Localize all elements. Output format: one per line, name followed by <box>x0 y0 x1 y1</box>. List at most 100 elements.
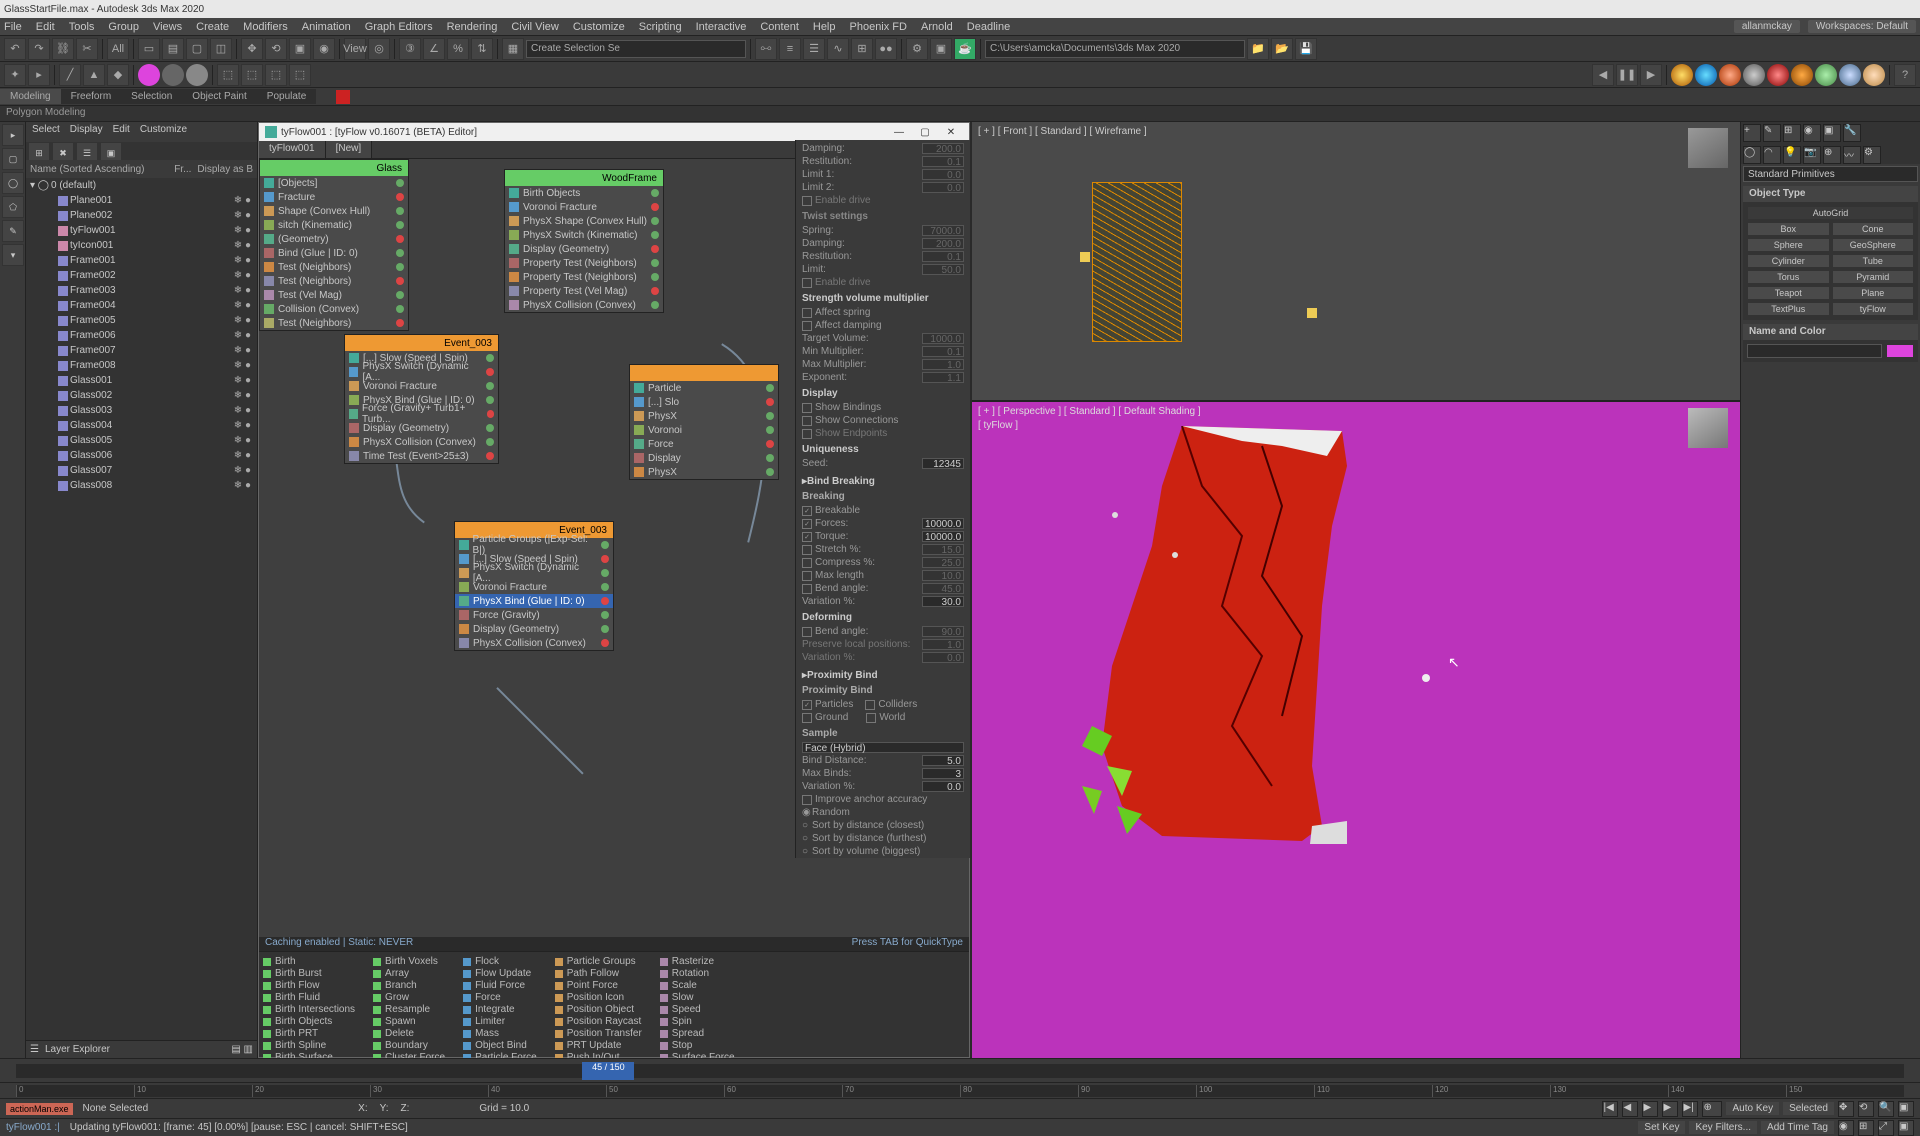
vp-nav-8[interactable]: ▣ <box>1898 1120 1914 1136</box>
operator-row[interactable]: Display <box>630 451 778 465</box>
scene-col-name[interactable]: Name (Sorted Ascending) <box>30 164 145 175</box>
sphere-2[interactable] <box>1695 64 1717 86</box>
btn-pyramid[interactable]: Pyramid <box>1832 270 1915 284</box>
btn-teapot[interactable]: Teapot <box>1747 286 1830 300</box>
btn-tyflow[interactable]: tyFlow <box>1832 302 1915 316</box>
menu-rendering[interactable]: Rendering <box>447 21 498 33</box>
rotate-button[interactable]: ⟲ <box>265 38 287 60</box>
operator-row[interactable]: Force <box>630 437 778 451</box>
node-clipped[interactable]: Particle[...] SloPhysXVoronoiForceDispla… <box>629 364 779 480</box>
minimize-button[interactable]: — <box>887 124 911 140</box>
scene-item[interactable]: Glass006❄ ● <box>26 448 257 463</box>
scene-tab-customize[interactable]: Customize <box>140 124 187 140</box>
lt-arrow[interactable]: ▸ <box>2 124 24 146</box>
depot-operator[interactable]: Array <box>373 968 445 979</box>
operator-row[interactable]: Particle <box>630 381 778 395</box>
scene-col-fr[interactable]: Fr... <box>174 164 191 175</box>
scene-item[interactable]: Glass007❄ ● <box>26 463 257 478</box>
light-icon[interactable]: 💡 <box>1783 146 1801 164</box>
prop-forces[interactable]: 10000.0 <box>922 518 964 529</box>
operator-row[interactable]: Property Test (Vel Mag) <box>505 284 663 298</box>
operator-row[interactable]: Display (Geometry) <box>455 622 613 636</box>
time-prev[interactable]: ◀ <box>1622 1101 1638 1117</box>
snap-angle[interactable]: ∠ <box>423 38 445 60</box>
menu-interactive[interactable]: Interactive <box>696 21 747 33</box>
operator-row[interactable]: sitch (Kinematic) <box>260 218 408 232</box>
prop-seed[interactable]: 12345 <box>922 458 964 469</box>
operator-row[interactable]: [Objects] <box>260 176 408 190</box>
tyflow-tab-main[interactable]: tyFlow001 <box>259 141 326 158</box>
scene-item[interactable]: Glass004❄ ● <box>26 418 257 433</box>
prop-sort3[interactable]: Sort by volume (biggest) <box>812 846 920 857</box>
prop-world[interactable]: World <box>879 712 905 723</box>
render-frame[interactable]: ▣ <box>930 38 952 60</box>
gizmo-handle[interactable] <box>1080 252 1090 262</box>
close-button[interactable]: ✕ <box>939 124 963 140</box>
operator-row[interactable]: Particle Groups (|Exp-Sel: B|) <box>455 538 613 552</box>
depot-operator[interactable]: Boundary <box>373 1040 445 1051</box>
depot-operator[interactable]: Mass <box>463 1028 537 1039</box>
sphere-9[interactable] <box>1863 64 1885 86</box>
depot-operator[interactable]: PRT Update <box>555 1040 642 1051</box>
color-swatch-1[interactable] <box>138 64 160 86</box>
viewcube-persp[interactable] <box>1688 408 1728 448</box>
layers-button[interactable]: ☰ <box>803 38 825 60</box>
name-color-header[interactable]: Name and Color <box>1743 324 1918 340</box>
depot-operator[interactable]: Spawn <box>373 1016 445 1027</box>
prop-maxlen[interactable]: 10.0 <box>922 570 964 581</box>
ribbon-objectpaint[interactable]: Object Paint <box>182 89 256 104</box>
sphere-6[interactable] <box>1791 64 1813 86</box>
select-rect[interactable]: ▢ <box>186 38 208 60</box>
btn-sphere[interactable]: Sphere <box>1747 238 1830 252</box>
shape-icon[interactable]: ◠ <box>1763 146 1781 164</box>
btn-tube[interactable]: Tube <box>1832 254 1915 268</box>
depot-operator[interactable]: Birth Objects <box>263 1016 355 1027</box>
object-type-header[interactable]: Object Type <box>1743 186 1918 202</box>
viewport-front[interactable]: [ + ] [ Front ] [ Standard ] [ Wireframe… <box>972 122 1740 402</box>
modify-tab-icon[interactable]: ✎ <box>1763 124 1781 142</box>
render-button[interactable]: ☕ <box>954 38 976 60</box>
depot-operator[interactable]: Force <box>463 992 537 1003</box>
tf-a[interactable]: ⬚ <box>217 64 239 86</box>
folder-button[interactable]: 📁 <box>1247 38 1269 60</box>
depot-operator[interactable]: Position Object <box>555 1004 642 1015</box>
setkey-button[interactable]: Set Key <box>1638 1121 1685 1134</box>
edge-icon[interactable]: ╱ <box>59 64 81 86</box>
snap-percent[interactable]: % <box>447 38 469 60</box>
scene-col-disp[interactable]: Display as B <box>197 164 253 175</box>
depot-operator[interactable]: Spread <box>660 1028 735 1039</box>
node-glass[interactable]: Glass [Objects]FractureShape (Convex Hul… <box>259 159 409 331</box>
action-button[interactable]: actionMan.exe <box>6 1103 73 1115</box>
tf-b[interactable]: ⬚ <box>241 64 263 86</box>
vp-nav-5[interactable]: ◉ <box>1838 1120 1854 1136</box>
scene-item[interactable]: Glass005❄ ● <box>26 433 257 448</box>
operator-row[interactable]: Birth Objects <box>505 186 663 200</box>
operator-row[interactable]: Collision (Convex) <box>260 302 408 316</box>
tyflow-title-bar[interactable]: tyFlow001 : [tyFlow v0.16071 (BETA) Edit… <box>259 123 969 141</box>
operator-row[interactable]: Force (Gravity+ Turb1+ Turb... <box>345 407 498 421</box>
play-fwd[interactable]: ▶ <box>1640 64 1662 86</box>
prop-aspring[interactable]: Affect spring <box>815 307 870 318</box>
scene-item[interactable]: Glass003❄ ● <box>26 403 257 418</box>
viewport-front-label[interactable]: [ + ] [ Front ] [ Standard ] [ Wireframe… <box>978 126 1147 137</box>
operator-row[interactable]: PhysX <box>630 409 778 423</box>
menu-graph[interactable]: Graph Editors <box>365 21 433 33</box>
node-glass-header[interactable]: Glass <box>260 160 408 176</box>
keyfilters-button[interactable]: Key Filters... <box>1689 1121 1757 1134</box>
scene-tab-display[interactable]: Display <box>70 124 103 140</box>
depot-operator[interactable]: Stop <box>660 1040 735 1051</box>
operator-row[interactable]: Property Test (Neighbors) <box>505 256 663 270</box>
timeline[interactable]: 45 / 150 <box>0 1058 1920 1082</box>
poly-icon[interactable]: ◆ <box>107 64 129 86</box>
depot-operator[interactable]: Speed <box>660 1004 735 1015</box>
menu-group[interactable]: Group <box>108 21 139 33</box>
time-play[interactable]: ▶ <box>1642 1101 1658 1117</box>
btn-torus[interactable]: Torus <box>1747 270 1830 284</box>
time-goto-end[interactable]: ▶| <box>1682 1101 1698 1117</box>
mirror-button[interactable]: ⧟ <box>755 38 777 60</box>
unlink-button[interactable]: ✂ <box>76 38 98 60</box>
autogrid-check[interactable]: AutoGrid <box>1747 206 1914 220</box>
record-icon[interactable] <box>336 90 350 104</box>
scene-item[interactable]: Frame001❄ ● <box>26 253 257 268</box>
gizmo-handle2[interactable] <box>1307 308 1317 318</box>
